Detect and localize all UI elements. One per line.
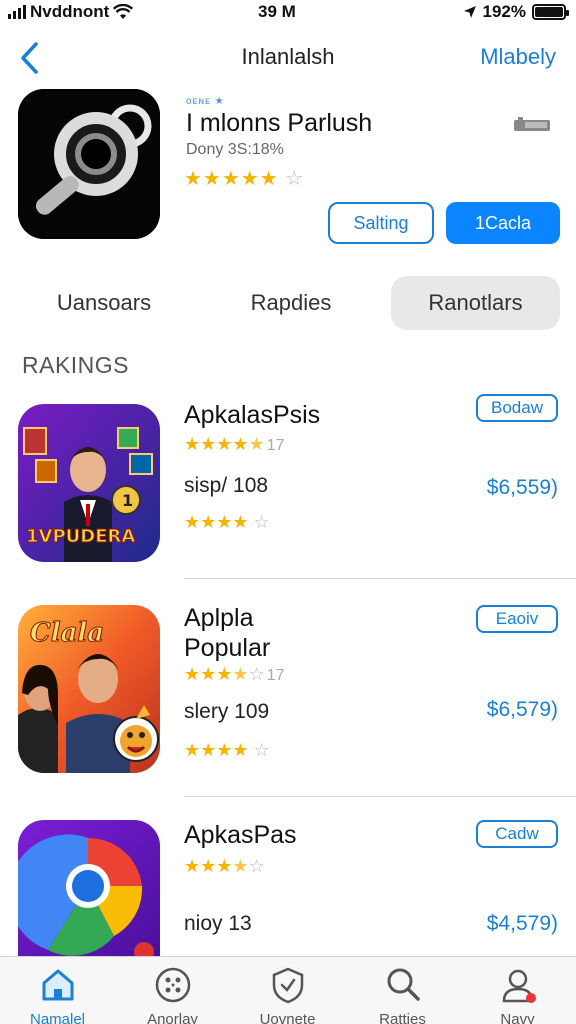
app-rating: ★★★★☆ xyxy=(184,856,265,876)
tab-search-label: Ratties xyxy=(379,1011,426,1024)
app-meta: sisp/ 108 xyxy=(184,474,269,497)
featured-app-title: I mlonns Parlush xyxy=(186,109,373,137)
shield-check-icon xyxy=(272,967,303,1004)
section-title: RAKINGS xyxy=(22,352,130,378)
app-rating-secondary: ★★★★ ☆ xyxy=(184,740,270,760)
wifi-icon xyxy=(113,4,134,19)
svg-text:Clala: Clala xyxy=(30,618,104,648)
nav-right-button[interactable]: Mlabely xyxy=(480,44,556,70)
app-icon[interactable]: 1 1VPUDERA xyxy=(18,404,160,562)
tab-profile[interactable]: Navy xyxy=(460,957,575,1024)
more-icon[interactable] xyxy=(512,115,552,140)
search-icon xyxy=(387,968,420,1001)
app-rating-secondary: ★★★★ ☆ xyxy=(184,512,270,532)
tab-apps[interactable]: Anorlay xyxy=(115,957,230,1024)
tab-home-label: Namalel xyxy=(29,1011,86,1024)
nav-bar: Inlanlalsh Mlabely xyxy=(0,36,576,80)
person-icon xyxy=(502,969,536,1003)
magnifier-icon xyxy=(18,89,160,239)
status-right: 192% xyxy=(463,2,569,22)
app-meta: nioy 13 xyxy=(184,912,252,935)
tab-updates-label: Uovnete xyxy=(259,1011,316,1024)
page-title: Inlanlalsh xyxy=(241,44,335,69)
carrier-label: Nvddnont xyxy=(30,2,110,21)
app-rating: ★★★★★ 17 xyxy=(184,434,285,454)
home-icon xyxy=(42,969,73,1001)
grid-circle-icon xyxy=(155,967,190,1003)
featured-tag: ᴏᴇɴᴇ ★ xyxy=(186,96,225,107)
primary-action-button[interactable]: 1Cacla xyxy=(446,202,560,244)
tab-home[interactable]: Namalel xyxy=(0,957,115,1024)
featured-app-icon[interactable] xyxy=(18,89,160,239)
app-name[interactable]: ApkasPas xyxy=(184,820,297,850)
tab-profile-label: Navy xyxy=(500,1011,535,1024)
featured-app-subtitle: Dony 3S:18% xyxy=(186,141,284,158)
location-arrow-icon xyxy=(463,6,476,18)
back-button[interactable] xyxy=(16,40,46,76)
chevron-left-icon xyxy=(21,42,38,74)
featured-rating: ★★★★★ ☆ xyxy=(184,168,305,190)
tab-apps-label: Anorlay xyxy=(147,1011,198,1024)
app-icon[interactable]: Clala xyxy=(18,605,160,773)
tab-bar: Namalel Anorlay Uovnete Ratties Navy xyxy=(0,956,576,1024)
status-bar: Nvddnont 39 M 192% xyxy=(0,0,576,26)
app-name[interactable]: ApkalasPsis xyxy=(184,400,320,430)
secondary-action-button[interactable]: Salting xyxy=(328,202,434,244)
app-price: $6,559) xyxy=(486,476,558,499)
app-price: $4,579) xyxy=(486,912,558,935)
tab-3-selected[interactable]: Ranotlars xyxy=(391,276,560,330)
signal-icon xyxy=(8,5,26,19)
svg-text:1VPUDERA: 1VPUDERA xyxy=(26,526,135,547)
status-carrier: Nvddnont xyxy=(8,2,134,22)
get-button[interactable]: Eaoiv xyxy=(476,605,558,633)
status-time: 39 M xyxy=(258,2,296,21)
tab-2[interactable]: Rapdies xyxy=(200,276,382,330)
svg-text:1: 1 xyxy=(122,491,133,510)
app-rating: ★★★★☆ 17 xyxy=(184,664,285,684)
get-button[interactable]: Bodaw xyxy=(476,394,558,422)
tab-updates[interactable]: Uovnete xyxy=(230,957,345,1024)
divider xyxy=(184,578,576,579)
app-name[interactable]: Aplpla Popular xyxy=(184,603,324,663)
app-icon[interactable] xyxy=(18,820,160,960)
app-price: $6,579) xyxy=(486,698,558,721)
get-button[interactable]: Cadw xyxy=(476,820,558,848)
tab-1[interactable]: Uansoars xyxy=(14,276,194,330)
tab-search[interactable]: Ratties xyxy=(345,957,460,1024)
battery-icon xyxy=(532,4,569,20)
battery-percent: 192% xyxy=(482,2,526,21)
divider xyxy=(184,796,576,797)
app-meta: slery 109 xyxy=(184,700,270,723)
